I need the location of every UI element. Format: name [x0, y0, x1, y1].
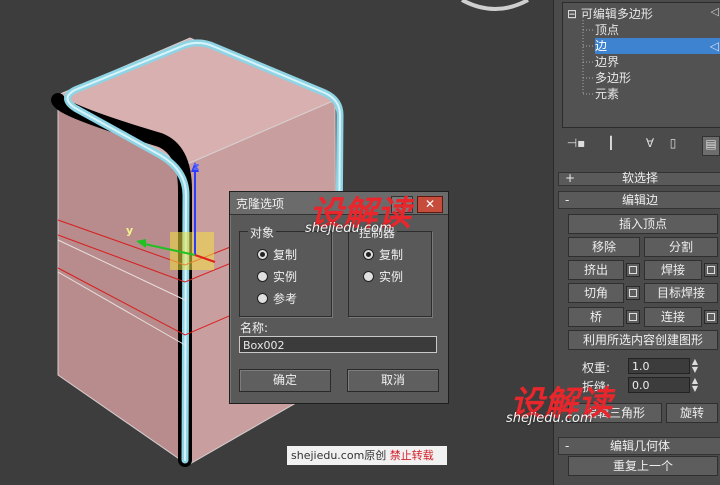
watermark-url: shejiedu.com: [305, 221, 392, 236]
object-group: 对象 复制 实例 参考: [239, 224, 332, 317]
credit-badge: shejiedu.com原创 禁止转载: [287, 446, 447, 465]
controller-group: 控制器 复制 实例: [348, 224, 432, 317]
weight-label: 权重:: [582, 361, 611, 375]
weight-input[interactable]: 1.0: [628, 358, 690, 374]
object-group-label: 对象: [248, 224, 277, 241]
weight-spinner-icon[interactable]: ▲ ▼: [690, 358, 700, 374]
weld-button[interactable]: 焊接: [644, 260, 702, 280]
stack-item-element[interactable]: 元素: [595, 86, 619, 102]
configure-sets-icon[interactable]: ▤: [702, 136, 720, 156]
tree-lines: [582, 17, 593, 95]
radio-dot-icon: [363, 271, 374, 282]
rollout-edit-geometry[interactable]: - 编辑几何体: [558, 437, 720, 455]
cancel-button[interactable]: 取消: [347, 369, 439, 392]
connect-settings-icon[interactable]: [704, 310, 718, 324]
stack-item-polygon[interactable]: 多边形: [595, 70, 631, 86]
dialog-title: 克隆选项: [236, 197, 285, 211]
axis-y-label: y: [126, 224, 134, 237]
pin-triangle-icon: ◁: [709, 39, 719, 53]
target-weld-button[interactable]: 目标焊接: [644, 283, 718, 303]
pin-stack-icon[interactable]: ⊣▪: [566, 136, 586, 154]
create-shape-button[interactable]: 利用所选内容创建图形: [568, 330, 718, 350]
radio-dot-icon: [257, 249, 268, 260]
radio-dot-icon: [363, 249, 374, 260]
name-label: 名称:: [240, 321, 269, 335]
extrude-settings-icon[interactable]: [626, 263, 640, 277]
rollout-edit-edges[interactable]: - 编辑边: [558, 191, 720, 209]
stack-item-edge[interactable]: 边 ◁: [595, 38, 720, 54]
extrude-button[interactable]: 挤出: [568, 260, 624, 280]
bridge-button[interactable]: 桥: [568, 307, 624, 327]
name-input[interactable]: Box002: [239, 336, 437, 353]
watermark-url: shejiedu.com: [506, 411, 593, 426]
stack-toolbar: ⊣▪ ┃ ∀ ▯ ▤: [562, 132, 720, 158]
axis-z-label: z: [193, 160, 200, 173]
split-button[interactable]: 分割: [644, 237, 718, 257]
turn-button[interactable]: 旋转: [666, 403, 718, 423]
rollout-soft-selection[interactable]: + 软选择: [558, 172, 720, 186]
crease-spinner-icon[interactable]: ▲ ▼: [690, 377, 700, 393]
chamfer-settings-icon[interactable]: [626, 286, 640, 300]
pin-triangle-icon: ◁: [710, 5, 719, 18]
connect-button[interactable]: 连接: [644, 307, 702, 327]
crease-input[interactable]: 0.0: [628, 377, 690, 393]
bridge-settings-icon[interactable]: [626, 310, 640, 324]
weld-settings-icon[interactable]: [704, 263, 718, 277]
remove-modifier-icon[interactable]: ▯: [666, 136, 680, 154]
radio-dot-icon: [257, 271, 268, 282]
chamfer-button[interactable]: 切角: [568, 283, 624, 303]
remove-button[interactable]: 移除: [568, 237, 640, 257]
radio-dot-icon: [257, 293, 268, 304]
close-button[interactable]: ✕: [417, 196, 443, 213]
repeat-last-button[interactable]: 重复上一个: [568, 456, 718, 476]
insert-vertex-button[interactable]: 插入顶点: [568, 214, 718, 234]
stack-item-vertex[interactable]: 顶点: [595, 22, 719, 38]
ok-button[interactable]: 确定: [239, 369, 331, 392]
make-unique-icon[interactable]: ∀: [640, 136, 660, 154]
stack-item-border[interactable]: 边界: [595, 54, 619, 70]
modifier-stack[interactable]: ⊟ 可编辑多边形 顶点 边 ◁ 边界 多边形 元素 ◁: [562, 2, 720, 128]
show-end-result-icon[interactable]: ┃: [604, 136, 618, 154]
